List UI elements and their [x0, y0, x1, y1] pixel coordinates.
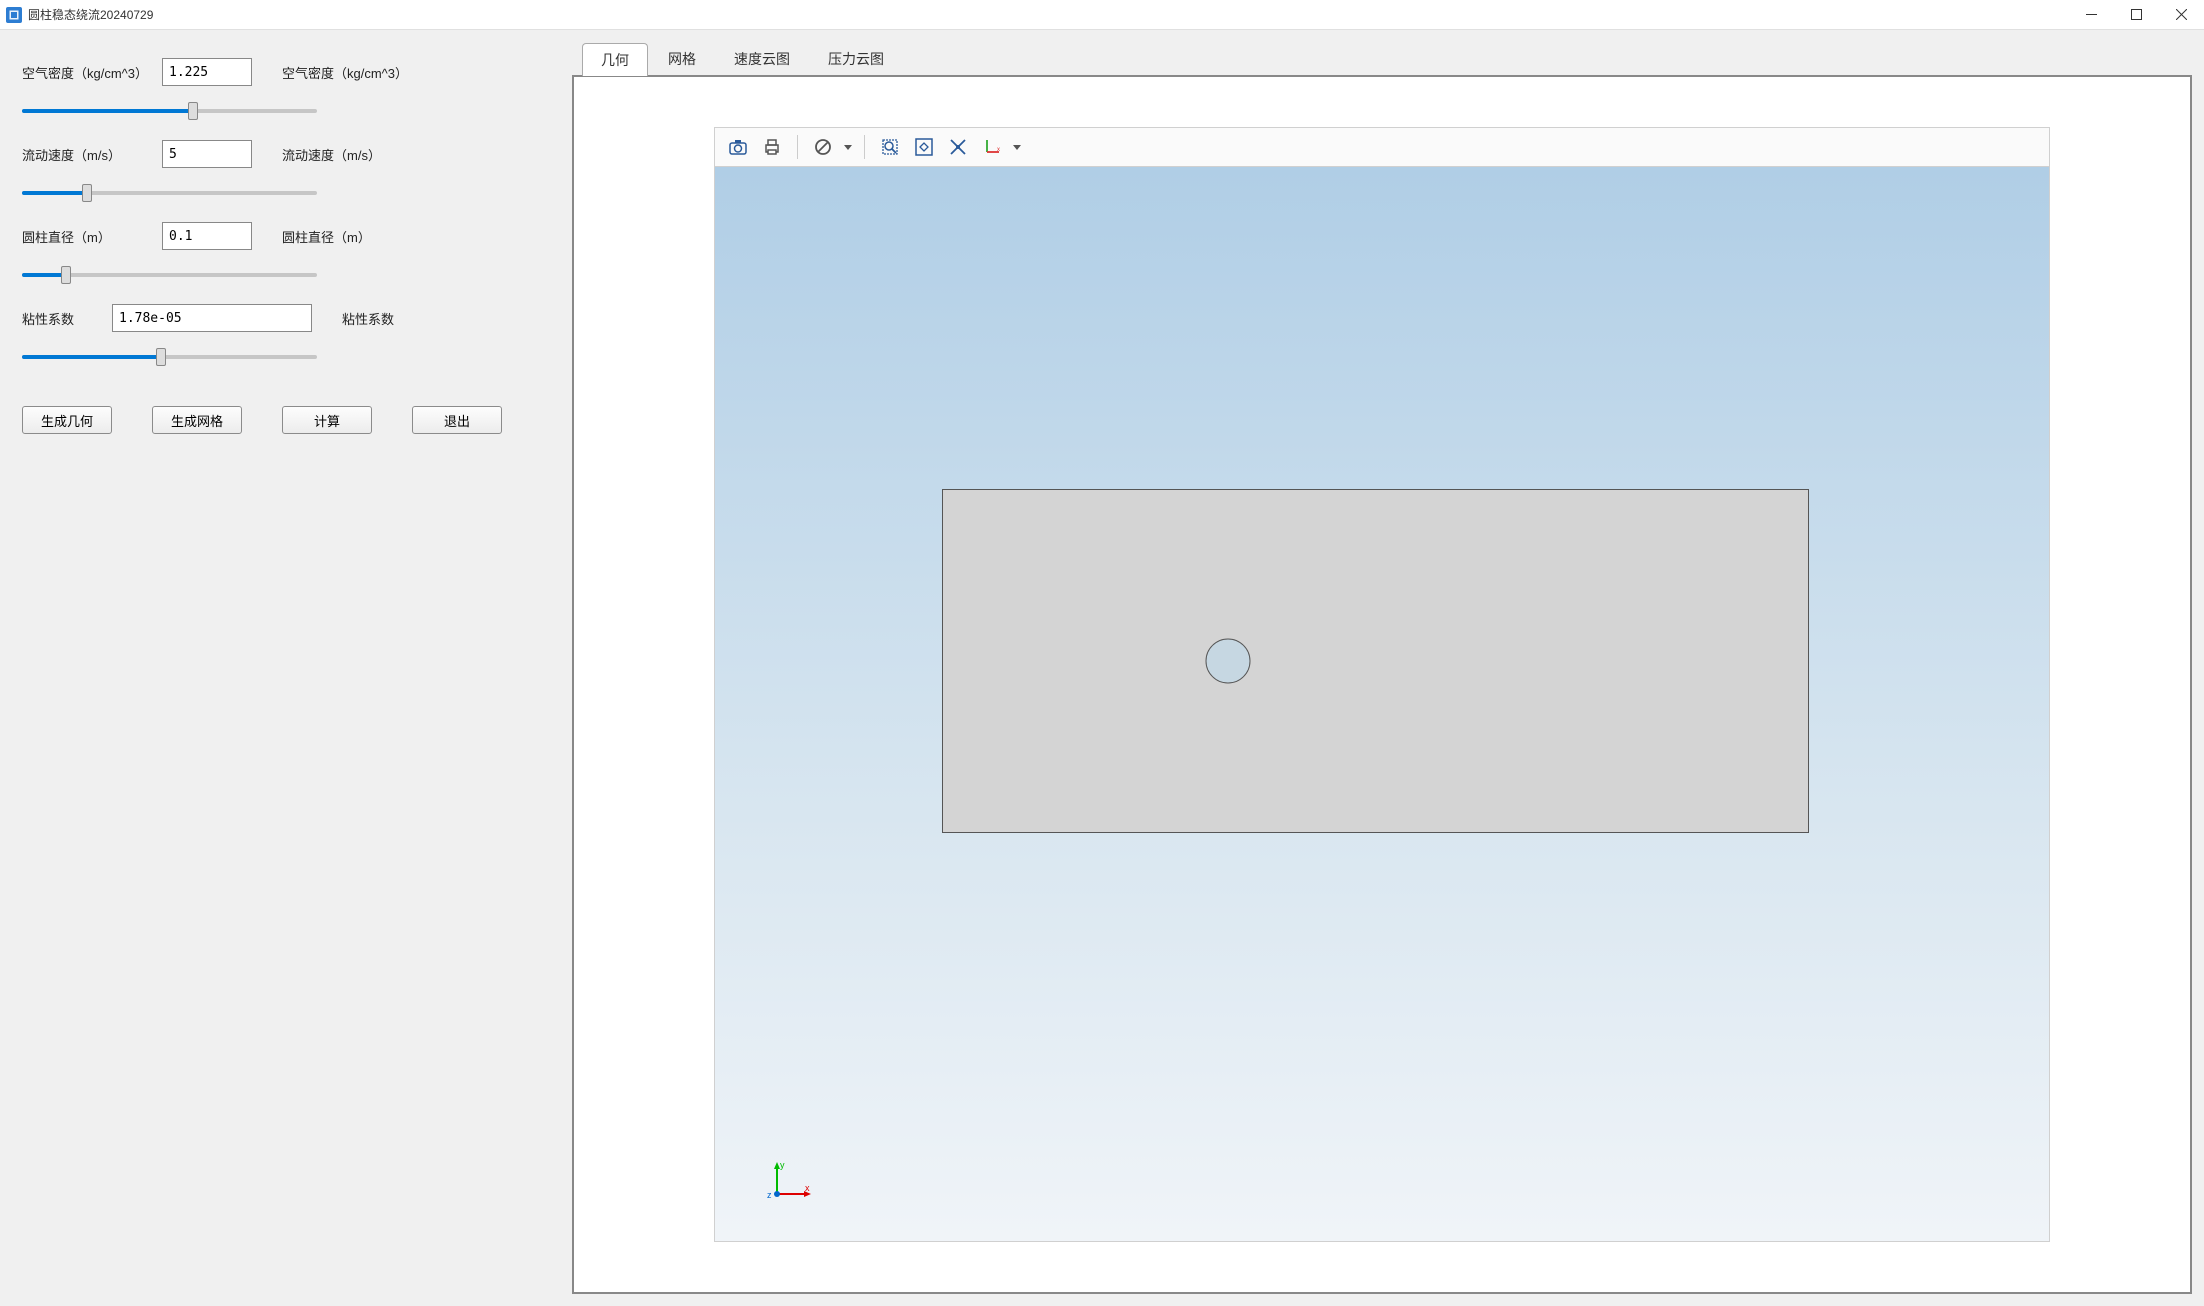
- density-input[interactable]: [162, 58, 252, 86]
- exit-button[interactable]: 退出: [412, 406, 502, 434]
- geometry-cylinder-circle: [1206, 639, 1251, 684]
- fit-view-icon[interactable]: [909, 132, 939, 162]
- velocity-input[interactable]: [162, 140, 252, 168]
- window-title: 圆柱稳态绕流20240729: [28, 6, 153, 23]
- axis-x-label: x: [805, 1183, 810, 1193]
- param-density: 空气密度（kg/cm^3） 空气密度（kg/cm^3）: [22, 58, 552, 120]
- window-controls: [2069, 0, 2204, 30]
- diameter-label-right: 圆柱直径（m）: [282, 227, 371, 246]
- compute-button[interactable]: 计算: [282, 406, 372, 434]
- parameter-panel: 空气密度（kg/cm^3） 空气密度（kg/cm^3） 流动速度（m/s） 流动…: [12, 42, 562, 1294]
- tab-content: x y: [572, 75, 2192, 1294]
- zoom-box-icon[interactable]: [875, 132, 905, 162]
- viscosity-input[interactable]: [112, 304, 312, 332]
- dropdown-arrow-icon[interactable]: [1011, 145, 1023, 150]
- viscosity-label-left: 粘性系数: [22, 309, 102, 328]
- generate-geometry-button[interactable]: 生成几何: [22, 406, 112, 434]
- tab-pressure-contour[interactable]: 压力云图: [810, 43, 902, 76]
- svg-text:x: x: [997, 147, 1000, 153]
- param-velocity: 流动速度（m/s） 流动速度（m/s）: [22, 140, 552, 202]
- diameter-input[interactable]: [162, 222, 252, 250]
- tab-mesh[interactable]: 网格: [650, 43, 714, 76]
- viewport-toolbar: x: [714, 127, 2050, 167]
- reset-view-icon[interactable]: [943, 132, 973, 162]
- axis-y-label: y: [780, 1160, 785, 1170]
- diameter-label-left: 圆柱直径（m）: [22, 227, 152, 246]
- diameter-slider[interactable]: [22, 264, 317, 284]
- tab-velocity-contour[interactable]: 速度云图: [716, 43, 808, 76]
- app-icon: [6, 7, 22, 23]
- viewport-wrap: x y: [574, 77, 2190, 1292]
- dropdown-arrow-icon[interactable]: [842, 145, 854, 150]
- param-diameter: 圆柱直径（m） 圆柱直径（m）: [22, 222, 552, 284]
- viewport-3d[interactable]: y x z: [714, 167, 2050, 1242]
- view-panel: 几何 网格 速度云图 压力云图: [572, 42, 2192, 1294]
- density-label-right: 空气密度（kg/cm^3）: [282, 63, 408, 82]
- axis-gizmo: y x z: [765, 1156, 815, 1206]
- maximize-button[interactable]: [2114, 0, 2159, 30]
- tabs: 几何 网格 速度云图 压力云图: [572, 42, 2192, 75]
- generate-mesh-button[interactable]: 生成网格: [152, 406, 242, 434]
- app-window: 圆柱稳态绕流20240729 空气密度（kg/cm^3） 空气密度（kg/cm^: [0, 0, 2204, 1306]
- viscosity-label-right: 粘性系数: [342, 309, 394, 328]
- minimize-button[interactable]: [2069, 0, 2114, 30]
- no-entry-icon[interactable]: [808, 132, 838, 162]
- param-viscosity: 粘性系数 粘性系数: [22, 304, 552, 366]
- close-button[interactable]: [2159, 0, 2204, 30]
- viscosity-slider[interactable]: [22, 346, 317, 366]
- density-label-left: 空气密度（kg/cm^3）: [22, 63, 152, 82]
- titlebar: 圆柱稳态绕流20240729: [0, 0, 2204, 30]
- axis-z-label: z: [767, 1190, 772, 1200]
- velocity-label-right: 流动速度（m/s）: [282, 145, 381, 164]
- axes-icon[interactable]: x: [977, 132, 1007, 162]
- tab-geometry[interactable]: 几何: [582, 43, 648, 76]
- print-icon[interactable]: [757, 132, 787, 162]
- density-slider[interactable]: [22, 100, 317, 120]
- velocity-slider[interactable]: [22, 182, 317, 202]
- geometry-domain-rect: [942, 489, 1809, 833]
- velocity-label-left: 流动速度（m/s）: [22, 145, 152, 164]
- toolbar-separator: [797, 135, 798, 159]
- toolbar-separator: [864, 135, 865, 159]
- camera-icon[interactable]: [723, 132, 753, 162]
- titlebar-left: 圆柱稳态绕流20240729: [6, 6, 153, 23]
- content-area: 空气密度（kg/cm^3） 空气密度（kg/cm^3） 流动速度（m/s） 流动…: [0, 30, 2204, 1306]
- action-button-row: 生成几何 生成网格 计算 退出: [22, 406, 552, 434]
